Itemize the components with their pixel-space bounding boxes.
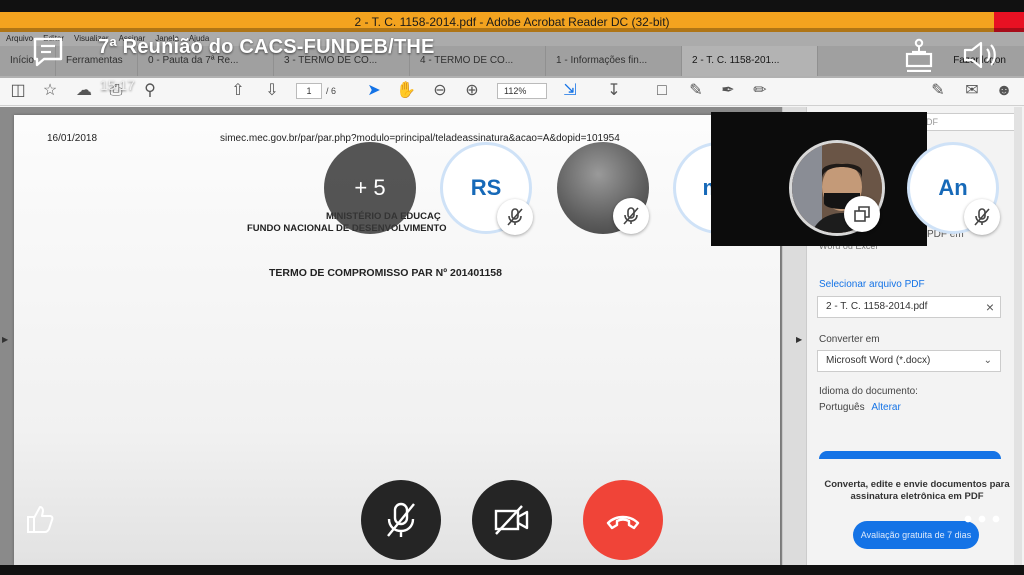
select-pdf-link[interactable]: Selecionar arquivo PDF [819,279,925,290]
promo-text: Converta, edite e envie documentos para … [824,479,1010,502]
camera-off-icon [494,505,529,535]
zoom-level-select[interactable]: 112% [497,83,547,99]
toggle-camera-button[interactable] [472,480,552,560]
convert-format-value: Microsoft Word (*.docx) [826,355,931,366]
end-call-button[interactable] [583,480,663,560]
mute-microphone-button[interactable] [361,480,441,560]
highlight-pen-icon[interactable]: ✎ [686,81,706,101]
change-language-link[interactable]: Alterar [871,402,900,413]
page-number-input[interactable]: 1 [296,83,322,99]
participant-photo[interactable] [557,142,649,234]
document-date: 16/01/2018 [47,133,98,144]
fit-page-icon[interactable]: ⇲ [560,81,580,101]
draw-icon[interactable]: ✒ [718,81,738,101]
screen-share-presenter-icon[interactable] [902,38,936,72]
free-trial-button[interactable]: Avaliação gratuita de 7 dias [853,521,979,549]
thumbs-up-icon[interactable] [24,503,56,535]
left-panel-toggle-icon[interactable]: ▶ [2,335,8,344]
document-url: simec.mec.gov.br/par/par.php?modulo=prin… [220,133,620,144]
convert-button[interactable] [819,451,1001,459]
zoom-search-icon[interactable]: ⚲ [140,81,160,101]
acrobat-window-title: 2 - T. C. 1158-2014.pdf - Adobe Acrobat … [354,15,670,29]
chat-icon[interactable] [31,35,65,69]
participant-rs[interactable]: RS [440,142,533,235]
remove-file-icon[interactable]: × [986,297,994,317]
sign-icon[interactable]: ✎ [928,81,948,101]
screen: 2 - T. C. 1158-2014.pdf - Adobe Acrobat … [0,0,1024,575]
document-language-label: Idioma do documento: [819,386,918,397]
participant-an[interactable]: An [907,142,1000,235]
save-icon[interactable]: ◫ [8,81,28,101]
share-user-icon[interactable]: ☻ [994,81,1014,101]
muted-mic-icon [613,198,649,234]
zoom-in-icon[interactable]: ⊕ [462,81,482,101]
page-down-icon[interactable]: ⇩ [262,81,282,101]
page-total: / 6 [326,86,337,96]
hang-up-phone-icon [606,515,640,530]
email-icon[interactable]: ✉ [962,81,982,101]
convert-format-select[interactable]: Microsoft Word (*.docx) ⌄ [817,350,1001,372]
self-view[interactable] [711,112,927,246]
scroll-mode-icon[interactable]: ↧ [604,81,624,101]
zoom-out-icon[interactable]: ⊖ [430,81,450,101]
mic-off-icon [387,502,415,537]
meeting-title: 7ª Reunião do CACS-FUNDEB/THE [98,36,435,58]
muted-mic-icon [964,199,1000,235]
document-language-row: Português Alterar [819,402,901,413]
chevron-down-icon: ⌄ [983,355,992,366]
speaker-icon[interactable] [962,40,1000,70]
bookmark-star-icon[interactable]: ☆ [40,81,60,101]
more-participants-button[interactable]: + 5 [324,142,416,234]
document-language-value: Português [819,402,865,413]
selected-file-name: 2 - T. C. 1158-2014.pdf [826,301,928,312]
acrobat-toolbar: ◫ ☆ ☁ ⎙ ⚲ ⇧ ⇩ 1 / 6 ➤ ✋ ⊖ ⊕ 112% ⇲ ↧ □ ✎… [0,76,1024,106]
more-options-icon[interactable] [962,512,1002,526]
switch-camera-icon[interactable] [844,196,880,232]
convert-to-label: Converter em [819,334,880,345]
page-up-icon[interactable]: ⇧ [228,81,248,101]
muted-mic-icon [497,199,533,235]
participant-initials: RS [470,175,502,200]
document-term-title: TERMO DE COMPROMISSO PAR Nº 201401158 [269,267,502,279]
hand-tool-icon[interactable]: ✋ [396,81,416,101]
selected-file-field: 2 - T. C. 1158-2014.pdf × [817,296,1001,318]
right-panel-toggle-icon[interactable]: ▶ [796,335,802,344]
select-cursor-icon[interactable]: ➤ [364,81,384,101]
upload-cloud-icon[interactable]: ☁ [74,81,94,101]
fill-sign-icon[interactable]: ✏ [750,81,770,101]
participant-initials: An [938,175,968,200]
call-timer: 15:17 [100,77,136,93]
comment-icon[interactable]: □ [652,81,672,101]
pane-scrollbar[interactable] [1014,107,1022,565]
